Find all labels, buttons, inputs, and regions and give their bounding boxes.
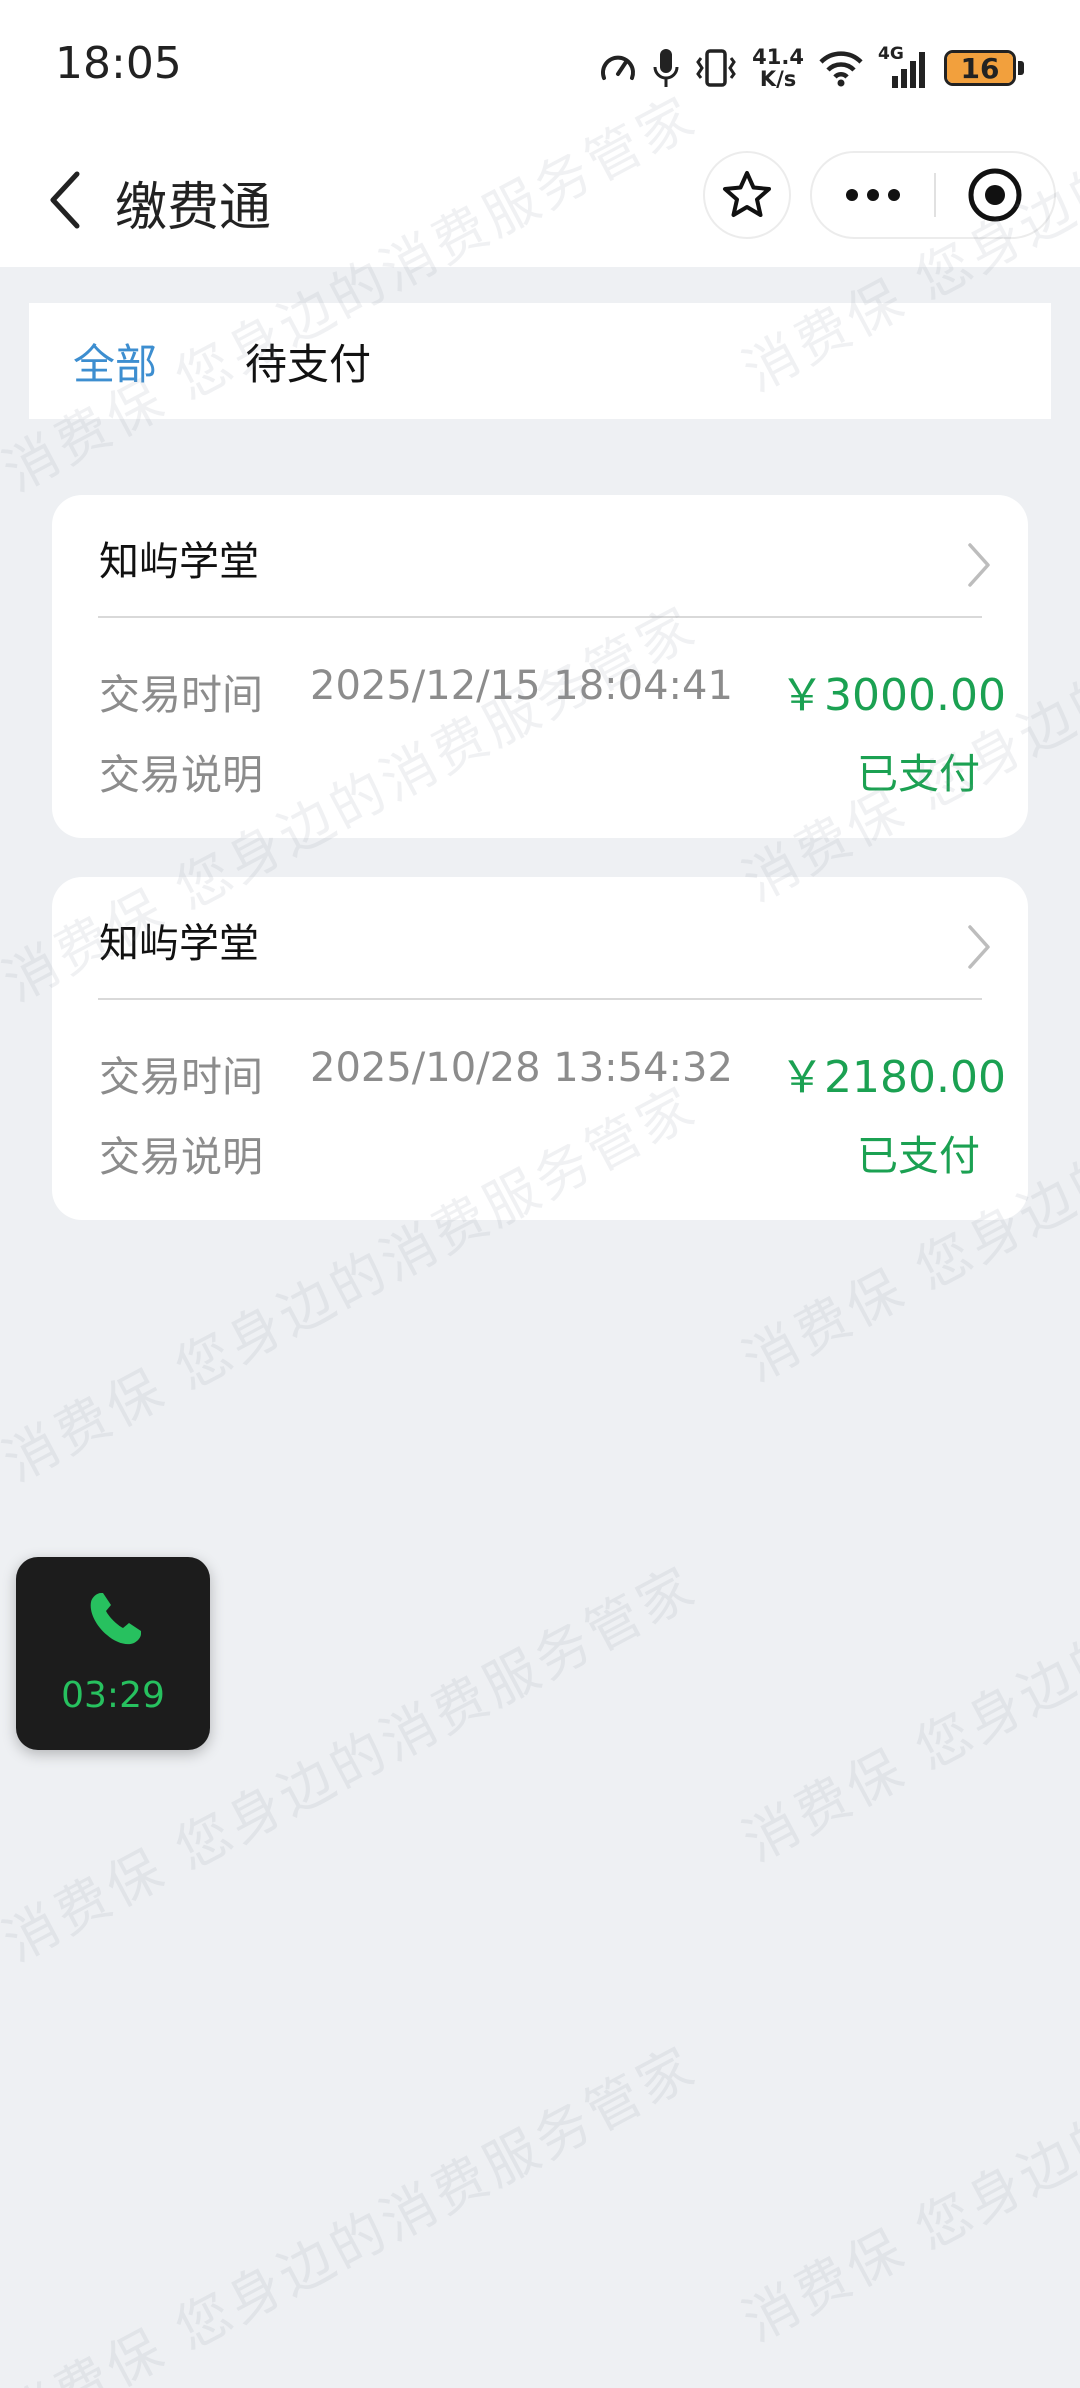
watermark-text: 消费保 您身边的消费服务管家	[0, 2034, 707, 2388]
transaction-time: 2025/12/15 18:04:41	[310, 663, 733, 709]
battery-indicator: 16	[944, 50, 1024, 86]
chevron-left-icon	[50, 171, 80, 229]
card-divider	[98, 998, 982, 1000]
order-card[interactable]: 知屿学堂 交易时间 2025/12/15 18:04:41 ￥3000.00 交…	[52, 495, 1028, 838]
page-title: 缴费通	[115, 178, 272, 238]
order-card[interactable]: 知屿学堂 交易时间 2025/10/28 13:54:32 ￥2180.00 交…	[52, 877, 1028, 1220]
call-timer: 03:29	[61, 1675, 165, 1716]
watermark-text: 消费保 您身边的消费服务管家	[732, 1454, 1080, 1874]
floating-call-widget[interactable]: 03:29	[16, 1557, 210, 1750]
payment-page: 18:05 41.4 K/s 4G 16 缴费通 全部 待支付 知屿学堂 交易时…	[0, 0, 1080, 2388]
more-dot	[846, 189, 858, 201]
status-time: 18:05	[55, 38, 182, 89]
transaction-desc-label: 交易说明	[99, 1133, 263, 1181]
transaction-time-label: 交易时间	[99, 1053, 263, 1101]
net-speed: 41.4 K/s	[752, 46, 804, 90]
status-bar: 18:05 41.4 K/s 4G 16	[0, 0, 1080, 135]
payment-status: 已支付	[857, 1132, 980, 1180]
filter-tabs: 全部 待支付	[29, 303, 1051, 419]
wifi-icon	[819, 51, 863, 87]
net-speed-value: 41.4	[752, 45, 804, 69]
transaction-desc-label: 交易说明	[99, 751, 263, 799]
close-miniprogram-button[interactable]	[936, 153, 1054, 237]
nav-bar: 缴费通	[0, 135, 1080, 267]
tab-pending-payment[interactable]: 待支付	[245, 331, 371, 392]
microphone-icon	[653, 49, 679, 87]
favorite-button[interactable]	[703, 151, 791, 239]
watermark-text: 消费保 您身边的消费服务管家	[732, 1934, 1080, 2354]
target-icon	[968, 168, 1022, 222]
battery-level: 16	[960, 51, 1000, 85]
more-options-button[interactable]	[812, 153, 934, 237]
status-icons: 41.4 K/s 4G 16	[598, 40, 1024, 96]
speedometer-icon	[601, 55, 636, 80]
miniprogram-capsule	[810, 151, 1056, 239]
chevron-right-icon	[968, 543, 990, 587]
phone-icon	[90, 1593, 141, 1645]
net-speed-unit: K/s	[759, 67, 797, 91]
battery-icon: 16	[944, 50, 1016, 86]
card-divider	[98, 616, 982, 618]
vibrate-icon	[696, 49, 737, 87]
transaction-time: 2025/10/28 13:54:32	[310, 1045, 733, 1091]
back-button[interactable]	[30, 160, 100, 240]
transaction-time-label: 交易时间	[99, 671, 263, 719]
more-dot	[888, 189, 900, 201]
transaction-amount: ￥3000.00	[780, 670, 1006, 721]
merchant-name: 知屿学堂	[99, 921, 259, 967]
cellular-signal-icon: 4G	[878, 44, 930, 88]
chevron-right-icon	[968, 925, 990, 969]
merchant-name: 知屿学堂	[99, 539, 259, 585]
more-dot	[867, 189, 879, 201]
star-icon	[723, 171, 771, 217]
transaction-amount: ￥2180.00	[780, 1052, 1006, 1103]
tab-all[interactable]: 全部	[73, 331, 157, 392]
payment-status: 已支付	[857, 750, 980, 798]
